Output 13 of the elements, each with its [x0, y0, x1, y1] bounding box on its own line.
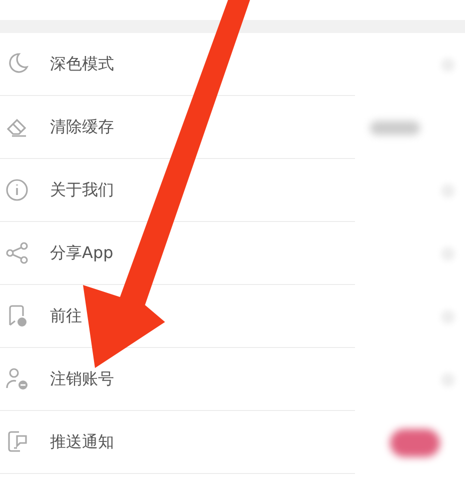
- settings-label: 清除缓存: [50, 116, 114, 138]
- settings-label: 关于我们: [50, 179, 114, 201]
- settings-label: 分享App: [50, 242, 114, 264]
- settings-row[interactable]: 推送通知: [0, 411, 355, 474]
- settings-label: 深色模式: [50, 53, 114, 75]
- blurred-value: [370, 120, 420, 134]
- info-icon: [4, 177, 30, 203]
- toggle-switch[interactable]: [390, 428, 440, 456]
- user-minus-icon: [4, 366, 30, 392]
- settings-label: 推送通知: [50, 431, 114, 453]
- settings-label: 前往: [50, 305, 82, 327]
- settings-label: 注销账号: [50, 368, 114, 390]
- share-icon: [4, 240, 30, 266]
